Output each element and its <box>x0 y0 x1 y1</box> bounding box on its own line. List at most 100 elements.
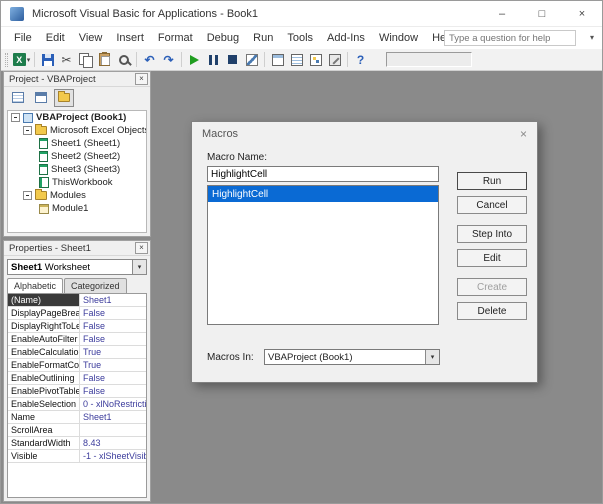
module-icon <box>39 203 49 214</box>
macro-list-item[interactable]: HighlightCell <box>208 186 438 202</box>
macro-list[interactable]: HighlightCell <box>207 185 439 325</box>
menu-file[interactable]: File <box>7 29 39 47</box>
break-button[interactable] <box>204 50 223 69</box>
undo-button[interactable]: ↶ <box>140 50 159 69</box>
menu-bar: File Edit View Insert Format Debug Run T… <box>1 27 602 49</box>
tree-item-sheet2[interactable]: Sheet2 (Sheet2) <box>8 150 146 163</box>
tree-item-vbaproject[interactable]: VBAProject (Book1) <box>8 111 146 124</box>
property-row: EnableAutoFilter False <box>8 333 146 346</box>
find-icon <box>118 54 129 65</box>
properties-panel-title: Properties - Sheet1 <box>9 242 91 254</box>
tree-item-sheet1[interactable]: Sheet1 (Sheet1) <box>8 137 146 150</box>
standard-toolbar: X ▾ ✂ ↶ ↷ ? <box>1 49 602 71</box>
menu-debug[interactable]: Debug <box>200 29 246 47</box>
property-row: DisplayPageBreak False <box>8 307 146 320</box>
tree-item-sheet3[interactable]: Sheet3 (Sheet3) <box>8 163 146 176</box>
menu-run[interactable]: Run <box>246 29 280 47</box>
menu-addins[interactable]: Add-Ins <box>320 29 372 47</box>
combo-dropdown-arrow[interactable]: ▾ <box>425 350 439 364</box>
cancel-button[interactable]: Cancel <box>457 196 527 214</box>
minimize-button[interactable]: – <box>482 1 522 26</box>
close-button[interactable]: × <box>562 1 602 26</box>
macros-in-combo[interactable]: VBAProject (Book1) ▾ <box>264 349 440 365</box>
worksheet-icon <box>39 138 48 149</box>
stop-icon <box>228 55 237 64</box>
project-panel-header: Project - VBAProject × <box>4 72 150 87</box>
save-button[interactable] <box>38 50 57 69</box>
tree-item-thisworkbook[interactable]: ThisWorkbook <box>8 176 146 189</box>
worksheet-icon <box>39 151 48 162</box>
menu-format[interactable]: Format <box>151 29 200 47</box>
object-selector-combo[interactable]: Sheet1 Worksheet ▾ <box>7 259 147 275</box>
run-icon <box>190 54 199 65</box>
vba-window: Microsoft Visual Basic for Applications … <box>0 0 603 504</box>
pause-icon <box>209 54 218 65</box>
properties-panel-header: Properties - Sheet1 × <box>4 241 150 256</box>
property-grid: (Name) Sheet1 DisplayPageBreak False Displ… <box>7 293 147 498</box>
tree-item-module1[interactable]: Module1 <box>8 202 146 215</box>
toolbar-separator <box>34 52 35 67</box>
property-row: EnableFormatCon True <box>8 359 146 372</box>
run-macro-button[interactable] <box>185 50 204 69</box>
redo-button[interactable]: ↷ <box>159 50 178 69</box>
view-object-button[interactable] <box>31 89 51 107</box>
macros-dialog-close-button[interactable]: × <box>520 127 527 141</box>
collapse-icon[interactable] <box>11 113 20 122</box>
menu-view[interactable]: View <box>72 29 110 47</box>
step-into-button[interactable]: Step Into <box>457 225 527 243</box>
maximize-button[interactable]: □ <box>522 1 562 26</box>
macros-dialog-titlebar[interactable]: Macros × <box>192 122 537 146</box>
properties-panel: Properties - Sheet1 × Sheet1 Worksheet ▾… <box>3 240 151 502</box>
vba-app-icon <box>10 6 24 21</box>
save-icon <box>41 53 54 66</box>
menu-window[interactable]: Window <box>372 29 425 47</box>
paste-icon <box>99 52 110 66</box>
worksheet-icon <box>39 164 48 175</box>
folder-icon <box>58 91 70 102</box>
project-explorer-button[interactable] <box>268 50 287 69</box>
view-excel-button[interactable]: X ▾ <box>12 50 31 69</box>
design-mode-icon <box>245 53 258 66</box>
copy-button[interactable] <box>76 50 95 69</box>
property-row: Visible -1 - xlSheetVisib <box>8 450 146 463</box>
object-browser-button[interactable] <box>306 50 325 69</box>
toolbar-indicator-field <box>386 52 472 67</box>
toggle-folders-button[interactable] <box>54 88 74 107</box>
help-search-input[interactable] <box>444 30 576 46</box>
tree-item-excel-objects[interactable]: Microsoft Excel Objects <box>8 124 146 137</box>
properties-panel-close-button[interactable]: × <box>135 242 148 254</box>
paste-button[interactable] <box>95 50 114 69</box>
menu-tools[interactable]: Tools <box>280 29 320 47</box>
find-button[interactable] <box>114 50 133 69</box>
project-panel-close-button[interactable]: × <box>135 73 148 85</box>
help-icon: ? <box>356 52 365 67</box>
delete-button[interactable]: Delete <box>457 302 527 320</box>
menu-insert[interactable]: Insert <box>109 29 151 47</box>
edit-button[interactable]: Edit <box>457 249 527 267</box>
properties-window-button[interactable] <box>287 50 306 69</box>
toolbox-button[interactable] <box>325 50 344 69</box>
tree-item-modules[interactable]: Modules <box>8 189 146 202</box>
reset-button[interactable] <box>223 50 242 69</box>
help-dropdown-arrow[interactable]: ▾ <box>590 33 594 42</box>
run-button[interactable]: Run <box>457 172 527 190</box>
property-row: (Name) Sheet1 <box>8 294 146 307</box>
property-row: DisplayRightToLef False <box>8 320 146 333</box>
toolbar-grip <box>5 52 8 67</box>
toolbar-separator <box>264 52 265 67</box>
view-code-button[interactable] <box>8 89 28 107</box>
combo-dropdown-arrow[interactable]: ▾ <box>132 260 146 274</box>
project-explorer-panel: Project - VBAProject × VBAProject (Book1… <box>3 71 151 237</box>
macro-name-input[interactable] <box>207 166 439 182</box>
collapse-icon[interactable] <box>23 191 32 200</box>
menu-edit[interactable]: Edit <box>39 29 72 47</box>
macros-dialog: Macros × Macro Name: HighlightCell Run C… <box>191 121 538 383</box>
undo-icon: ↶ <box>144 52 155 67</box>
cut-button[interactable]: ✂ <box>57 50 76 69</box>
view-object-icon <box>35 92 47 103</box>
macros-in-label: Macros In: <box>207 352 254 363</box>
help-button[interactable]: ? <box>351 50 370 69</box>
property-row: EnablePivotTable False <box>8 385 146 398</box>
design-mode-button[interactable] <box>242 50 261 69</box>
collapse-icon[interactable] <box>23 126 32 135</box>
